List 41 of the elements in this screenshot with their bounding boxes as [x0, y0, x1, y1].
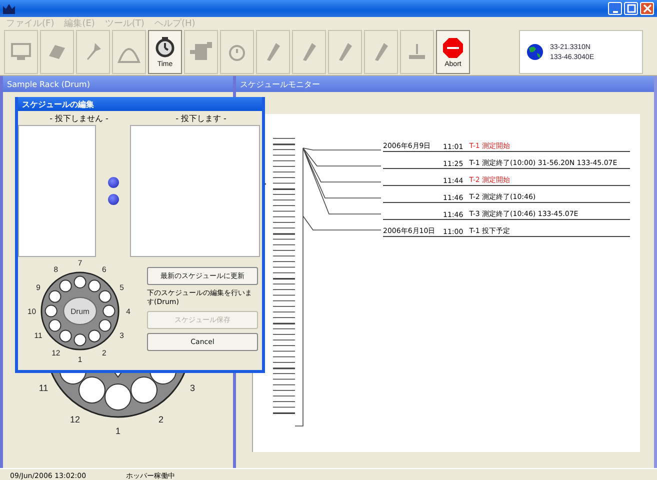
close-button[interactable] — [640, 2, 654, 15]
position-number: 2 — [102, 348, 106, 358]
app-icon — [3, 4, 15, 14]
list-header: - 投下しません - — [48, 112, 110, 124]
position-number: 4 — [126, 306, 130, 316]
position-number: 1 — [78, 355, 82, 364]
pane-title: スケジュールモニター — [236, 76, 654, 92]
position-number: 5 — [120, 282, 124, 292]
position-number: 3 — [190, 383, 195, 393]
position-number: 6 — [102, 265, 106, 274]
minimize-icon — [612, 10, 618, 12]
position-number: 12 — [70, 414, 80, 424]
maximize-button[interactable] — [624, 2, 638, 15]
dial-center-label: Drum — [70, 306, 90, 316]
stop-sign-icon — [441, 36, 465, 60]
pane-title: Sample Rack (Drum) — [3, 76, 233, 92]
menu-item[interactable]: ヘルプ(H) — [154, 16, 196, 30]
position-number: 11 — [38, 383, 48, 393]
globe-icon — [526, 43, 544, 61]
menu-item[interactable]: ファイル(F) — [6, 16, 54, 30]
list-box[interactable] — [130, 125, 260, 257]
position-number: 10 — [28, 306, 36, 316]
position-number: 3 — [120, 331, 124, 340]
position-number: 8 — [54, 265, 58, 274]
clock-icon — [153, 36, 177, 60]
position-number: 11 — [34, 331, 42, 340]
move-button[interactable] — [108, 177, 118, 188]
position-number: 1 — [116, 426, 120, 436]
dialog-title: スケジュールの編集 — [18, 97, 262, 111]
list-box[interactable] — [18, 125, 96, 257]
minimize-button[interactable] — [608, 2, 622, 15]
menu-item[interactable]: 編集(E) — [64, 16, 95, 30]
position-number: 2 — [158, 414, 164, 424]
maximize-icon — [626, 4, 636, 13]
move-button[interactable] — [108, 194, 118, 205]
menu-item[interactable]: ツール(T) — [104, 16, 144, 30]
position-number: 12 — [52, 348, 60, 358]
position-number: 7 — [78, 258, 82, 268]
close-icon — [642, 4, 652, 13]
list-header: - 投下します - — [174, 112, 228, 124]
position-number: 9 — [36, 282, 40, 292]
